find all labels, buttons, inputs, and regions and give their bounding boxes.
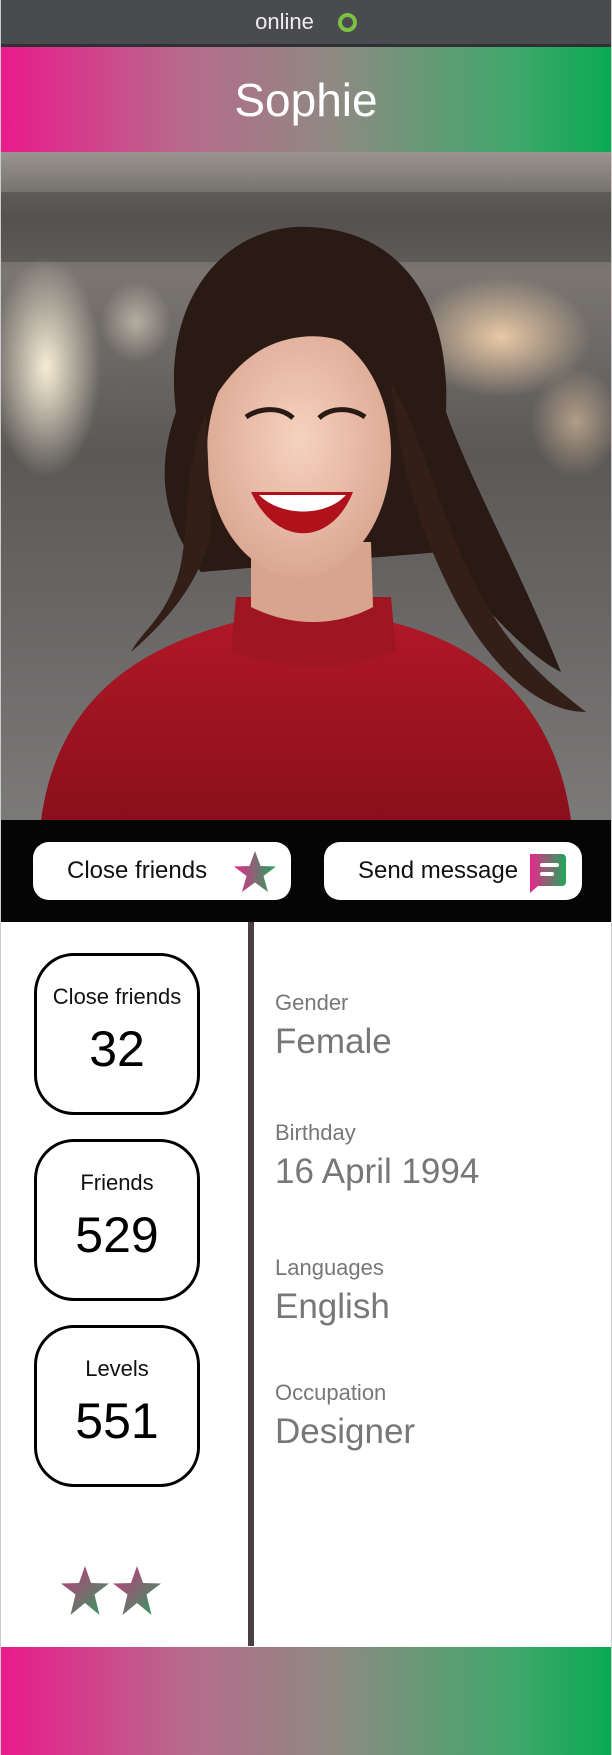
profile-name-header: Sophie	[1, 47, 611, 152]
send-message-button[interactable]: Send message	[324, 842, 582, 900]
info-languages: Languages English	[275, 1255, 390, 1327]
profile-photo	[1, 152, 611, 820]
send-message-button-label: Send message	[358, 857, 519, 884]
info-value: Female	[275, 1022, 392, 1061]
stat-label: Close friends	[52, 984, 182, 1009]
info-occupation: Occupation Designer	[275, 1380, 415, 1452]
info-value: English	[275, 1287, 390, 1326]
star-icon	[234, 851, 276, 892]
info-value: 16 April 1994	[275, 1152, 480, 1191]
info-label: Gender	[275, 990, 349, 1015]
online-indicator-icon	[337, 12, 357, 32]
stat-value: 529	[75, 1207, 159, 1263]
close-friends-button[interactable]: Close friends	[33, 842, 291, 900]
info-label: Languages	[275, 1255, 384, 1280]
close-friends-button-label: Close friends	[67, 857, 208, 884]
column-divider	[248, 922, 254, 1646]
stat-friends[interactable]: Friends 529	[34, 1139, 200, 1301]
star-icon	[61, 1566, 109, 1615]
profile-name: Sophie	[234, 73, 378, 126]
online-status-text: online	[255, 9, 314, 34]
action-bar: Close friends Send message	[1, 820, 611, 922]
stat-label: Friends	[80, 1170, 154, 1195]
chat-bubble-icon	[530, 854, 566, 893]
star-icon	[113, 1566, 161, 1615]
stat-label: Levels	[85, 1356, 149, 1381]
info-value: Designer	[275, 1412, 416, 1451]
stat-value: 32	[89, 1021, 145, 1077]
profile-photo-image	[1, 152, 611, 820]
info-label: Occupation	[275, 1380, 387, 1405]
stat-value: 551	[75, 1393, 159, 1449]
stat-close-friends[interactable]: Close friends 32	[34, 953, 200, 1115]
footer-bar	[1, 1647, 611, 1755]
status-bar: online	[1, 0, 611, 47]
profile-screen: online Sophie Close friends Send message…	[0, 0, 612, 1755]
info-gender: Gender Female	[275, 990, 392, 1062]
info-label: Birthday	[275, 1120, 356, 1145]
stat-levels[interactable]: Levels 551	[34, 1325, 200, 1487]
rating-stars	[61, 1566, 161, 1615]
info-birthday: Birthday 16 April 1994	[275, 1120, 479, 1192]
